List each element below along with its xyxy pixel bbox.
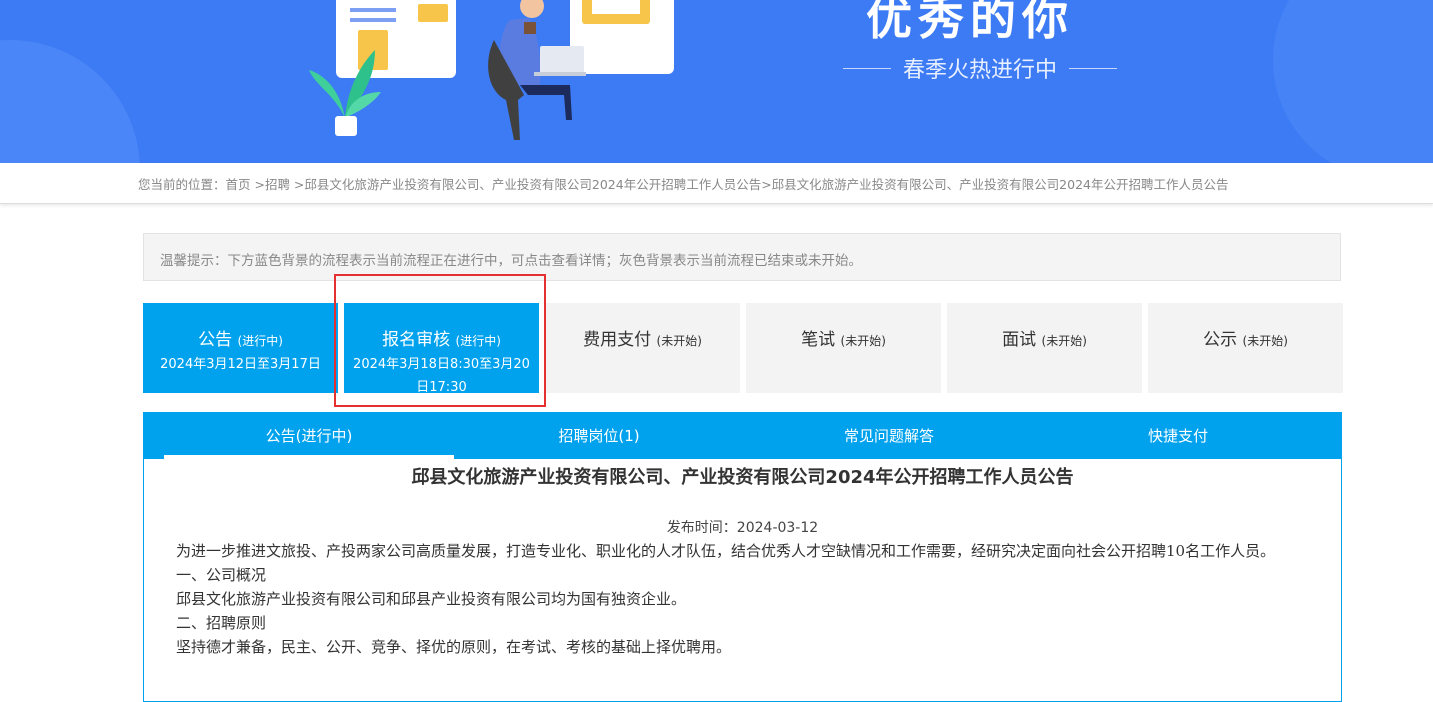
step-date: 2024年3月18日8:30至3月20日17:30 — [353, 357, 530, 395]
banner-decoration — [0, 40, 140, 163]
breadcrumb[interactable]: 您当前的位置：首页 >招聘 >邱县文化旅游产业投资有限公司、产业投资有限公司20… — [138, 174, 1229, 193]
banner-subtitle: 春季火热进行中 — [830, 52, 1130, 84]
step-name: 笔试 (未开始) — [801, 330, 886, 350]
step-name: 面试 (未开始) — [1002, 330, 1087, 350]
breadcrumb-bar: 您当前的位置：首页 >招聘 >邱县文化旅游产业投资有限公司、产业投资有限公司20… — [0, 163, 1433, 204]
step-written-exam[interactable]: 笔试 (未开始) — [746, 303, 941, 393]
person-illustration — [488, 0, 586, 140]
step-name: 公示 (未开始) — [1203, 330, 1288, 350]
step-name: 报名审核 (进行中) — [382, 330, 501, 350]
header-banner: 优秀的你 春季火热进行中 — [0, 0, 1433, 163]
plant-illustration — [309, 50, 381, 136]
step-registration-review[interactable]: 报名审核 (进行中) 2024年3月18日8:30至3月20日17:30 — [344, 303, 539, 395]
tab-faq[interactable]: 常见问题解答 — [744, 413, 1034, 459]
paragraph: 为进一步推进文旅投、产投两家公司高质量发展，打造专业化、职业化的人才队伍，结合优… — [176, 542, 1276, 560]
step-interview[interactable]: 面试 (未开始) — [947, 303, 1142, 393]
tab-positions[interactable]: 招聘岗位(1) — [454, 413, 744, 459]
tab-announcement[interactable]: 公告(进行中) — [164, 413, 454, 459]
paragraph: 一、公司概况 — [176, 566, 267, 584]
article-body: 为进一步推进文旅投、产投两家公司高质量发展，打造专业化、职业化的人才队伍，结合优… — [144, 539, 1341, 659]
paragraph: 二、招聘原则 — [176, 614, 267, 632]
step-date: 2024年3月12日至3月17日 — [160, 357, 321, 372]
step-publicity[interactable]: 公示 (未开始) — [1148, 303, 1343, 393]
tip-text: 温馨提示：下方蓝色背景的流程表示当前流程正在进行中，可点击查看详情；灰色背景表示… — [160, 253, 862, 269]
tip-box: 温馨提示：下方蓝色背景的流程表示当前流程正在进行中，可点击查看详情；灰色背景表示… — [143, 233, 1341, 281]
step-name: 公告 (进行中) — [198, 330, 283, 350]
banner-title: 优秀的你 — [866, 0, 1074, 45]
article-title: 邱县文化旅游产业投资有限公司、产业投资有限公司2024年公开招聘工作人员公告 — [411, 467, 1074, 488]
paragraph: 坚持德才兼备，民主、公开、竞争、择优的原则，在考试、考核的基础上择优聘用。 — [176, 638, 732, 656]
tab-bar: 公告(进行中) 招聘岗位(1) 常见问题解答 快捷支付 — [144, 413, 1341, 459]
tab-quick-pay[interactable]: 快捷支付 — [1033, 413, 1323, 459]
step-announcement[interactable]: 公告 (进行中) 2024年3月12日至3月17日 — [143, 303, 338, 393]
content-panel: 公告(进行中) 招聘岗位(1) 常见问题解答 快捷支付 邱县文化旅游产业投资有限… — [143, 412, 1342, 702]
banner-decoration — [1273, 0, 1433, 163]
paragraph: 邱县文化旅游产业投资有限公司和邱县产业投资有限公司均为国有独资企业。 — [176, 590, 687, 608]
publish-time: 发布时间：2024-03-12 — [666, 520, 819, 536]
step-name: 费用支付 (未开始) — [583, 330, 702, 350]
step-payment[interactable]: 费用支付 (未开始) — [545, 303, 740, 393]
